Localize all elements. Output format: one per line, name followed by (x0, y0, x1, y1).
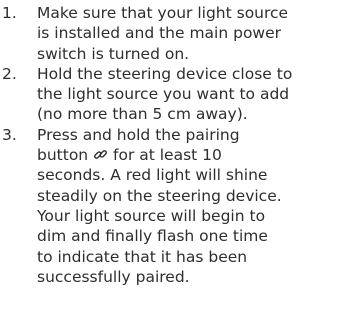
step-number: 3. (2, 125, 17, 144)
step-text-fragment: for at least 10 (113, 146, 222, 165)
step-number: 2. (2, 64, 17, 83)
step-text-line: the light source you want to add (37, 85, 290, 104)
step-text-line: Hold the steering device close to (37, 64, 293, 83)
step-text-line-with-icon: button for at least 10 (37, 145, 342, 165)
step-text-line: dim and finally flash one time (37, 227, 268, 246)
step-text-line: Press and hold the pairing (37, 125, 240, 144)
step-number: 1. (2, 4, 17, 22)
step-text-line: successfully paired. (37, 267, 190, 286)
step-3: 3. Press and hold the pairing button for… (2, 125, 342, 287)
link-icon (93, 147, 108, 162)
step-text-line: switch is turned on. (37, 44, 190, 63)
step-1: 1. Make sure that your light source is i… (2, 3, 342, 64)
step-text-line: is installed and the main power (37, 24, 282, 43)
step-text-line: steadily on the steering device. (37, 186, 282, 205)
step-text-line: Make sure that your light source (37, 4, 289, 22)
step-text-fragment: button (37, 146, 89, 165)
step-text-line: Your light source will begin to (37, 206, 266, 225)
instruction-list: 1. Make sure that your light source is i… (2, 3, 342, 287)
step-2: 2. Hold the steering device close to the… (2, 64, 342, 125)
step-text-line: seconds. A red light will shine (37, 166, 268, 185)
step-text-line: to indicate that it has been (37, 247, 248, 266)
step-text-line: (no more than 5 cm away). (37, 105, 248, 124)
